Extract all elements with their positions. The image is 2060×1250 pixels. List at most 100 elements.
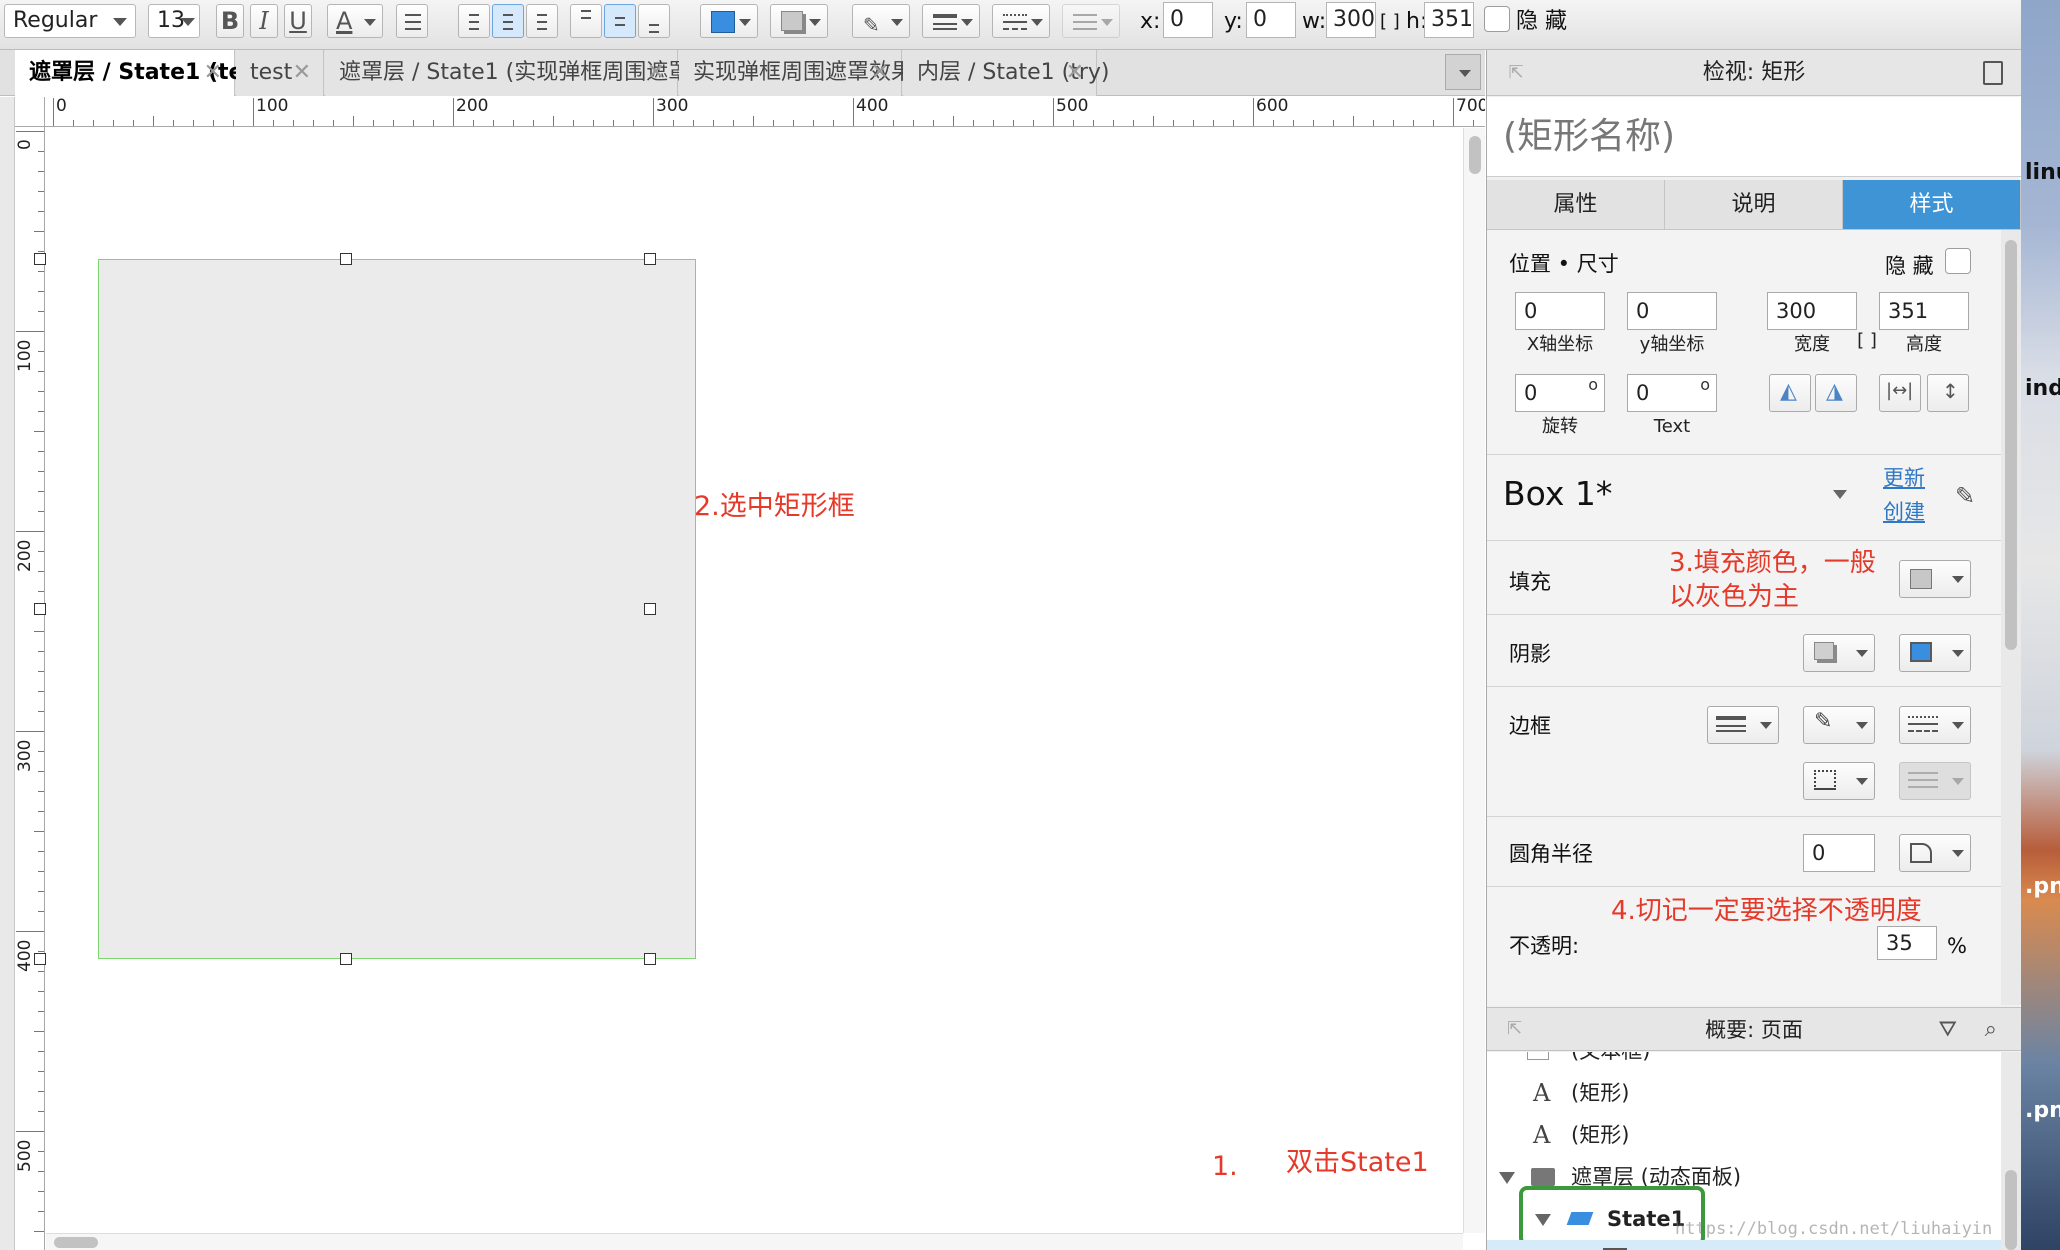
h-input[interactable]: 351 [1424,2,1474,38]
x-input[interactable]: 0 [1163,2,1213,38]
inner-shadow-button[interactable] [1899,634,1971,672]
opacity-input[interactable]: 35 [1877,926,1937,960]
update-style-link[interactable]: 更新 [1883,464,1925,492]
underline-button[interactable]: U [284,4,312,38]
x-coordinate-input[interactable]: 0 [1515,292,1605,330]
border-color-button[interactable]: ✎ [1803,706,1875,744]
resize-handle[interactable] [340,253,352,265]
scrollbar-thumb[interactable] [2005,1170,2017,1250]
border-width-button[interactable] [1707,706,1779,744]
lock-ratio-icon[interactable]: [ ] [1855,330,1879,352]
style-name[interactable]: Box 1* [1503,474,1612,514]
fill-color-button[interactable] [700,4,758,38]
collapse-arrow-icon[interactable]: ⇱ [1507,64,1525,82]
tab-overflow-button[interactable] [1445,54,1481,90]
close-icon[interactable]: ✕ [647,50,665,96]
tab-mask-state1-effect[interactable]: 遮罩层 / State1 (实现弹框周围遮罩效果) ✕ [325,50,743,96]
arrow-style-button[interactable] [1899,762,1971,800]
align-right-button[interactable] [526,4,558,38]
line-width-button[interactable] [922,4,980,38]
tab-properties[interactable]: 属性 [1487,180,1665,230]
border-style-button[interactable] [1899,706,1971,744]
italic-button[interactable]: I [250,4,278,38]
height-input[interactable]: 351 [1879,292,1969,330]
ruler-tick [773,120,774,126]
design-canvas[interactable]: 2.选中矩形框 1. 双击State1 [34,128,1460,1233]
font-size-select[interactable]: 13 [148,4,200,38]
resize-handle[interactable] [644,603,656,615]
close-icon[interactable]: ✕ [871,50,889,96]
canvas-vertical-scrollbar[interactable] [1463,128,1485,1233]
font-style-select[interactable]: Regular [4,4,136,38]
hide-checkbox[interactable] [1945,248,1971,274]
w-input[interactable]: 300 [1326,2,1376,38]
shape-name-input[interactable]: (矩形名称) [1487,97,2021,177]
fill-color-button[interactable] [1899,560,1971,598]
create-style-link[interactable]: 创建 [1883,498,1925,526]
scrollbar-thumb[interactable] [54,1237,98,1248]
y-input[interactable]: 0 [1246,2,1296,38]
shadow-button[interactable] [770,4,828,38]
list-item[interactable]: (矩形) [1487,1240,2001,1250]
border-sides-button[interactable] [1803,762,1875,800]
rectangle-shape[interactable] [98,259,696,959]
font-color-button[interactable]: A [327,4,383,38]
align-bottom-button[interactable] [638,4,670,38]
tab-notes[interactable]: 说明 [1665,180,1843,230]
bold-button[interactable]: B [216,4,244,38]
search-icon[interactable]: ⌕ [1985,1008,1997,1052]
tab-style[interactable]: 样式 [1843,180,2021,230]
list-item[interactable]: A (矩形) [1487,1114,2001,1156]
resize-handle[interactable] [644,953,656,965]
text-rotation-input[interactable]: 0o [1627,374,1717,412]
corner-style-button[interactable] [1899,834,1971,872]
flip-vertical-button[interactable]: ◮ [1815,374,1857,412]
outline-scrollbar[interactable] [2001,1052,2021,1250]
tab-mask-state1-test[interactable]: 遮罩层 / State1 (test) ✕ [15,50,277,96]
resize-handle[interactable] [644,253,656,265]
tab-inner-state1-try[interactable]: 内层 / State1 (try) ✕ [903,50,1109,96]
scrollbar-thumb[interactable] [1469,136,1481,174]
align-middle-button[interactable] [604,4,636,38]
corner-radius-input[interactable]: 0 [1803,834,1875,872]
list-item[interactable]: A (矩形) [1487,1072,2001,1114]
distribute-horizontal-button[interactable]: |↔| [1879,374,1921,412]
resize-handle[interactable] [34,603,46,615]
bullet-list-button[interactable] [396,4,428,38]
page-icon[interactable] [1983,61,2003,85]
hide-checkbox[interactable] [1484,6,1510,32]
align-left-button[interactable] [458,4,490,38]
close-icon[interactable]: ✕ [293,50,311,96]
chevron-down-icon[interactable] [1833,490,1847,499]
scrollbar-thumb[interactable] [2005,240,2017,650]
align-center-button[interactable] [492,4,524,38]
line-color-button[interactable]: ✎ [852,4,910,38]
distribute-vertical-button[interactable]: ↕ [1927,374,1969,412]
list-item[interactable]: (文本框) [1487,1052,2001,1072]
lock-ratio-icon[interactable]: [ ] [1380,6,1400,38]
tab-mask-effect[interactable]: 实现弹框周围遮罩效果 ✕ [679,50,913,96]
tab-test[interactable]: test ✕ [236,50,324,96]
flip-horizontal-button[interactable]: ◭ [1769,374,1811,412]
width-input[interactable]: 300 [1767,292,1857,330]
y-coordinate-input[interactable]: 0 [1627,292,1717,330]
line-style-button[interactable] [992,4,1050,38]
canvas-horizontal-scrollbar[interactable] [46,1233,1463,1250]
expand-triangle-icon[interactable] [1499,1172,1515,1184]
edit-style-icon[interactable]: ✎ [1955,482,1975,510]
rotation-input[interactable]: 0o [1515,374,1605,412]
resize-handle[interactable] [340,953,352,965]
inspector-scrollbar[interactable] [2001,230,2021,1005]
align-top-button[interactable] [570,4,602,38]
resize-handle[interactable] [34,953,46,965]
ruler-tick [34,631,44,632]
outer-shadow-button[interactable] [1803,634,1875,672]
arrow-style-button[interactable] [1062,4,1120,38]
filter-icon[interactable]: ⛛ [1939,1008,1957,1052]
ruler-tick [1013,120,1014,126]
inspector-style-body: 位置 • 尺寸 隐 藏 0 X轴坐标 0 y轴坐标 300 宽度 [ ] 351… [1487,230,2001,1005]
collapse-arrow-icon[interactable]: ⇱ [1507,1020,1522,1038]
close-icon[interactable]: ✕ [1066,50,1084,96]
resize-handle[interactable] [34,253,46,265]
close-icon[interactable]: ✕ [204,50,222,96]
